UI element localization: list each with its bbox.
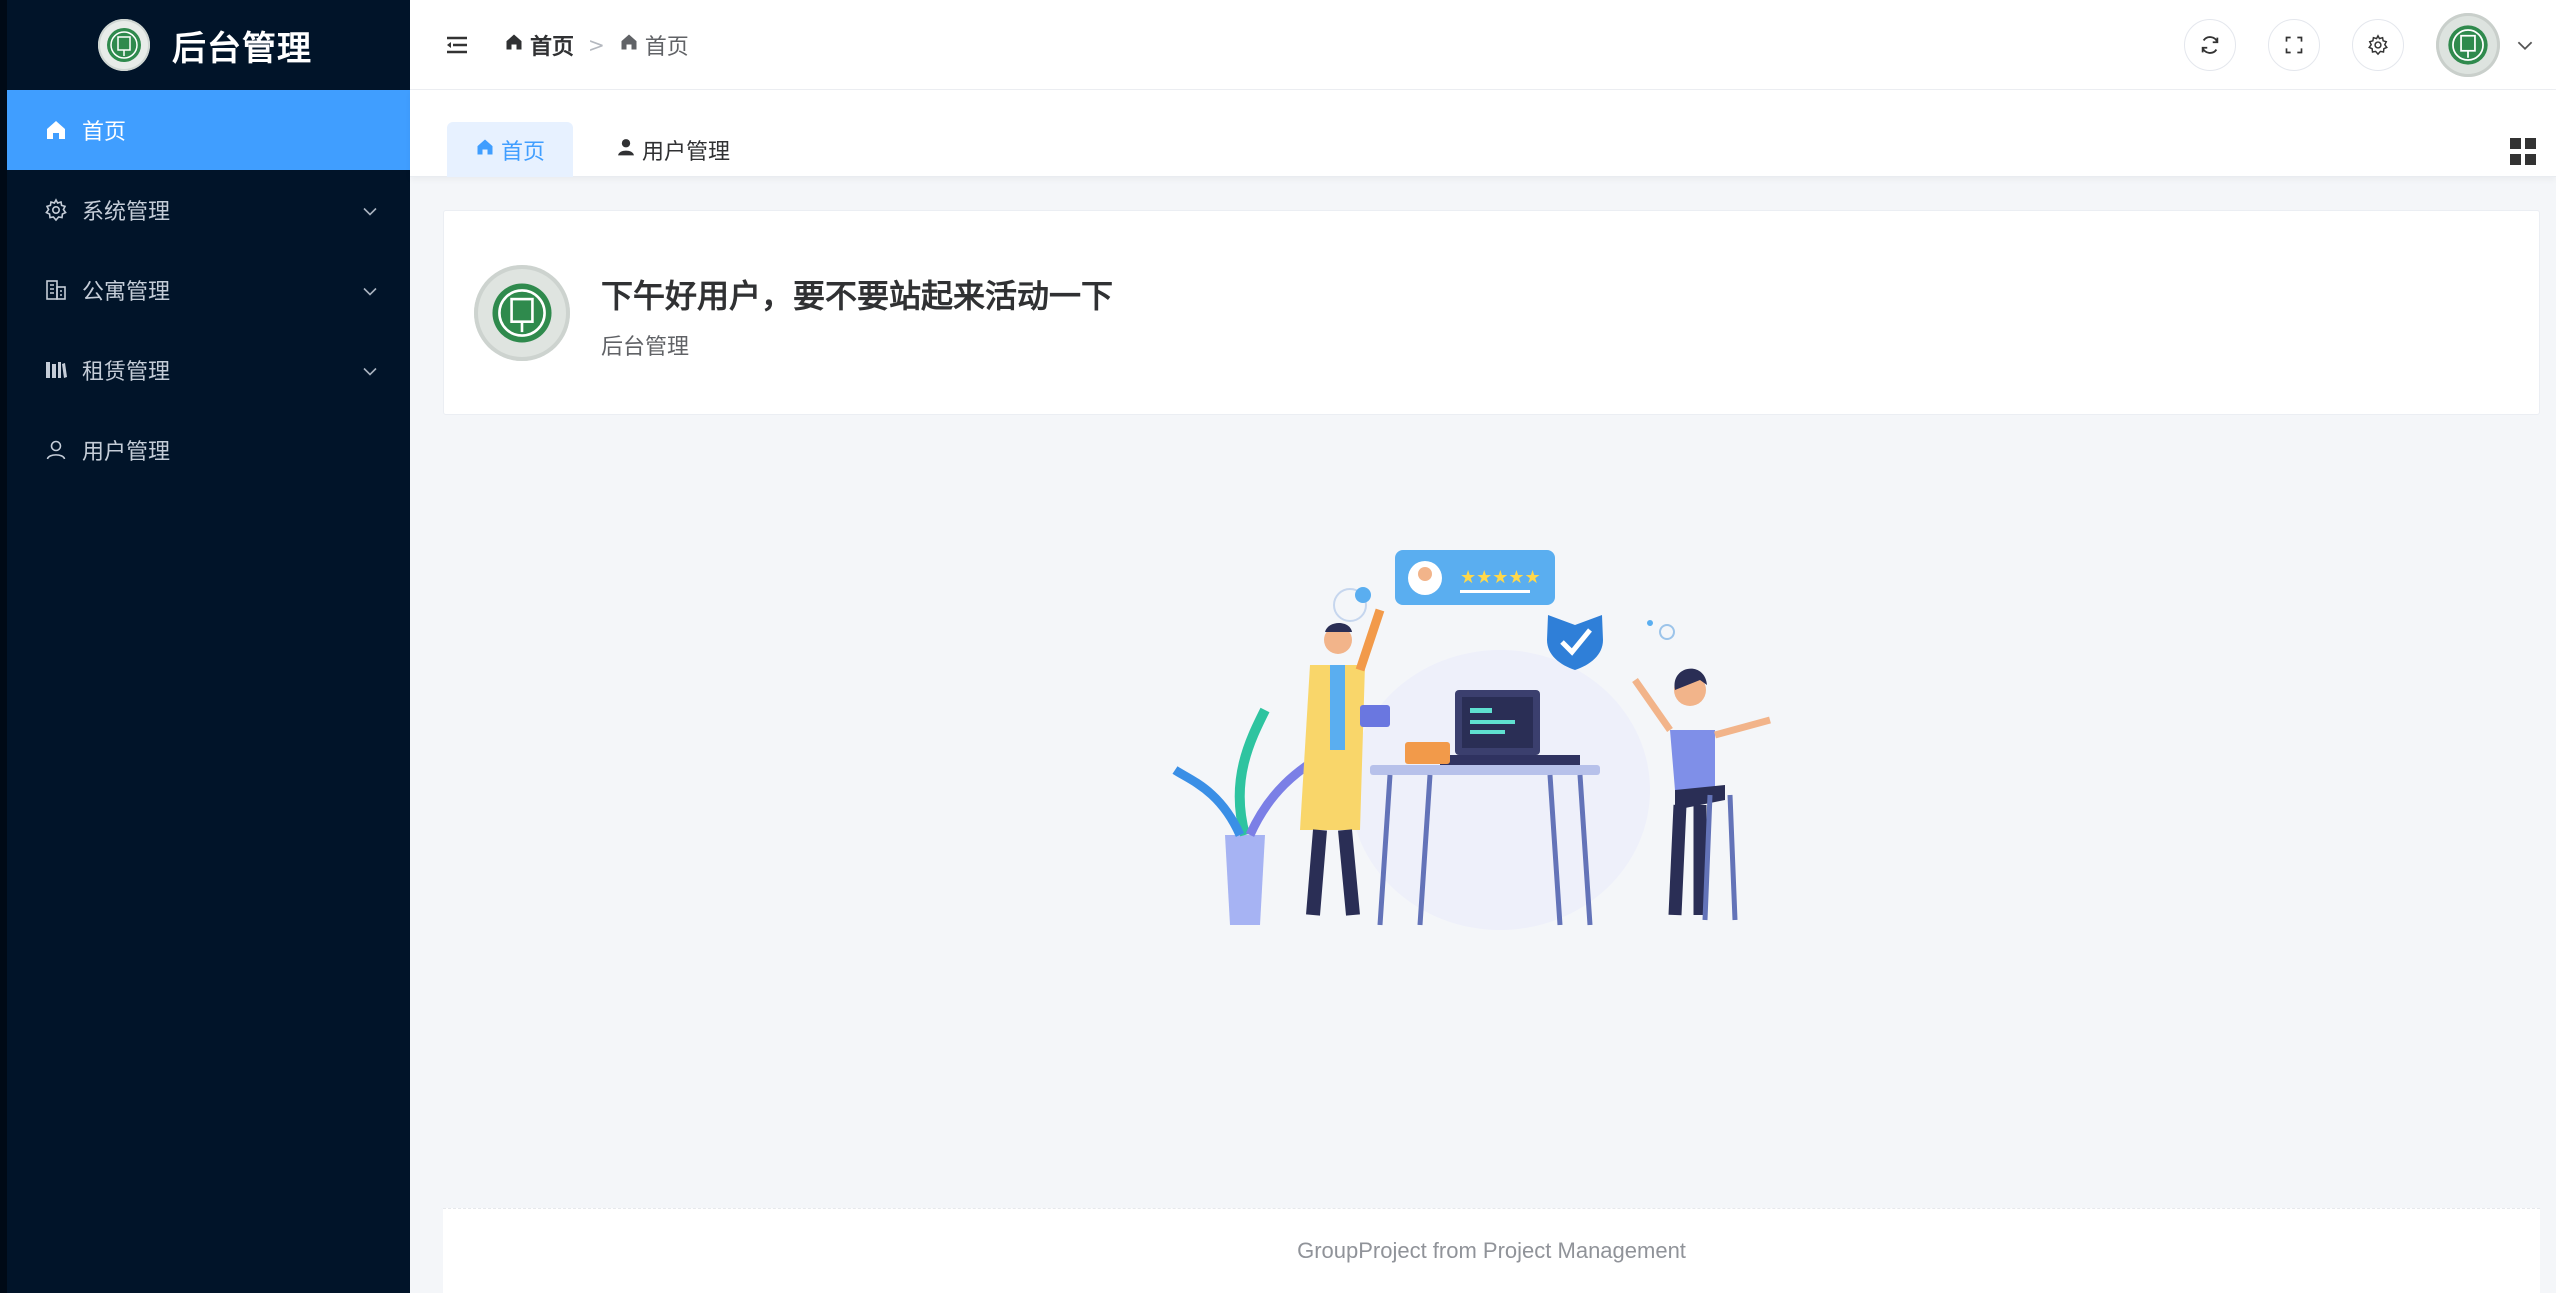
breadcrumb-label: 首页 [644,34,689,60]
sidebar-item-apartment[interactable]: 公寓管理 [0,250,410,330]
tab-home[interactable]: 首页 [447,122,574,177]
refresh-icon [2201,36,2219,54]
breadcrumb-label: 首页 [530,34,575,60]
welcome-card: 下午好用户，要不要站起来活动一下 后台管理 [443,210,2540,415]
breadcrumb-separator: > [588,32,605,57]
chevron-down-icon [362,278,378,303]
breadcrumb-item[interactable]: 首页 [504,29,574,61]
fullscreen-icon [2285,36,2303,54]
home-icon [42,116,70,144]
app-title: 后台管理 [172,28,312,69]
building-icon [42,276,70,304]
tabs-bar: 首页 用户管理 [410,90,2556,177]
gear-icon [42,196,70,224]
tab-label: 首页 [501,139,546,165]
refresh-button[interactable] [2184,19,2236,71]
home-icon [504,32,524,58]
sidebar-item-users[interactable]: 用户管理 [0,410,410,490]
sidebar-item-label: 公寓管理 [82,280,171,305]
sidebar-item-label: 首页 [82,120,127,145]
fullscreen-button[interactable] [2268,19,2320,71]
sidebar-item-label: 租赁管理 [82,360,171,385]
tab-users[interactable]: 用户管理 [588,122,758,177]
menu-toggle-icon[interactable] [444,32,470,58]
home-icon [475,137,495,163]
settings-icon [2368,34,2388,56]
sidebar-item-system[interactable]: 系统管理 [0,170,410,250]
welcome-greeting: 下午好用户，要不要站起来活动一下 [601,277,1114,315]
top-header: 首页 > 首页 [410,0,2556,90]
grid-menu-icon[interactable] [2510,138,2538,166]
sidebar: 后台管理 首页 系统管理 公寓管理 租赁管理 用户管理 [0,0,410,1293]
logo-icon [98,19,150,71]
welcome-avatar [474,265,570,361]
sidebar-logo[interactable]: 后台管理 [0,0,410,90]
header-actions [2152,0,2556,90]
sidebar-item-home[interactable]: 首页 [7,90,410,170]
chevron-down-icon [362,198,378,223]
user-icon [42,436,70,464]
welcome-subtitle: 后台管理 [601,335,690,360]
dashboard-illustration: ★★★★★ [1170,530,1820,930]
chevron-down-icon [362,358,378,383]
breadcrumb: 首页 > 首页 [504,29,689,61]
sidebar-item-lease[interactable]: 租赁管理 [0,330,410,410]
chevron-down-icon[interactable] [2516,36,2534,55]
breadcrumb-item: 首页 [619,29,689,61]
sidebar-item-label: 系统管理 [82,200,171,225]
books-icon [42,356,70,384]
avatar[interactable] [2436,13,2500,77]
svg-text:★★★★★: ★★★★★ [1460,567,1541,588]
footer-text: GroupProject from Project Management [1297,1238,1686,1263]
settings-button[interactable] [2352,19,2404,71]
footer: GroupProject from Project Management [443,1208,2540,1293]
sidebar-item-label: 用户管理 [82,440,171,465]
home-icon [619,32,639,58]
user-icon [616,137,636,163]
tab-label: 用户管理 [642,139,731,165]
